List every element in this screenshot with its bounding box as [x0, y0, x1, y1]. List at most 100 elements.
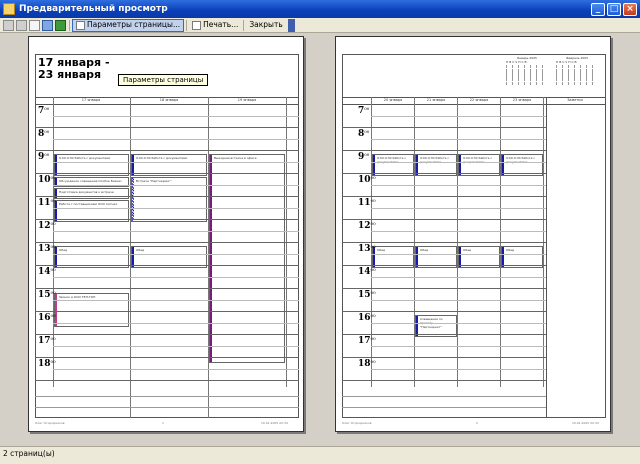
mini-calendar-january: Январь 2005 П В С Ч П С В	[506, 56, 548, 86]
multi-page-icon[interactable]	[55, 19, 66, 31]
print-button[interactable]: Печать...	[189, 19, 241, 32]
hour-label: 700	[38, 106, 50, 116]
hour-line	[35, 242, 299, 243]
toolbar-overflow-icon[interactable]	[287, 18, 295, 32]
hour-line	[35, 357, 299, 358]
hour-line	[342, 150, 546, 151]
half-hour-line	[53, 322, 299, 324]
mini-calendar-days: П В С Ч П С В	[506, 59, 527, 64]
page-setup-icon	[76, 20, 85, 30]
day-header: 18 января	[159, 98, 179, 102]
day-header: 20 января	[383, 98, 403, 102]
event-item[interactable]: Подготовка документов к встрече	[54, 188, 129, 199]
hour-line	[342, 242, 546, 243]
hour-line	[342, 265, 546, 266]
event-bar	[502, 247, 504, 267]
close-window-button[interactable]: ×	[623, 2, 637, 16]
page-setup-label: Параметры страницы...	[87, 20, 181, 29]
day-header: 21 января	[426, 98, 446, 102]
mini-calendar-dates	[506, 64, 548, 86]
mini-calendar-row	[506, 68, 548, 73]
mini-calendar-row	[556, 81, 598, 86]
event-bar	[373, 155, 375, 175]
event-item[interactable]: Обсуждение совещания Особое Бизнес	[54, 177, 129, 187]
hour-line	[35, 288, 299, 289]
minimize-button[interactable]: _	[591, 2, 605, 16]
event-label: Обед	[377, 248, 386, 252]
event-label: 9:00-9:30 Работа с документами	[59, 156, 111, 160]
half-hour-line	[371, 230, 546, 232]
half-hour-line	[53, 253, 299, 255]
two-pages-icon[interactable]	[42, 19, 53, 31]
hour-line	[342, 288, 546, 289]
hour-line	[342, 380, 546, 381]
half-hour-line	[53, 115, 299, 117]
event-label: 9:00-9:30 Работа с документами	[506, 156, 536, 164]
event-label: Обед	[59, 248, 68, 252]
event-bar	[210, 155, 212, 362]
half-hour-line	[53, 138, 299, 140]
hour-label: 1500	[38, 290, 56, 300]
half-hour-line	[53, 368, 299, 370]
event-bar	[55, 155, 57, 175]
half-hour-line	[53, 230, 299, 232]
zoom-icon[interactable]	[3, 19, 14, 31]
mini-calendar-row	[556, 68, 598, 73]
hour-label: 1600	[358, 313, 376, 323]
mini-calendar-row	[506, 73, 548, 77]
half-hour-line	[53, 276, 299, 278]
preview-page-1[interactable]: 17 января - 23 января 17 января 18 январ…	[28, 36, 304, 432]
page-setup-button[interactable]: Параметры страницы...	[72, 18, 185, 32]
app-icon	[3, 3, 15, 15]
day-header: 19 января	[237, 98, 257, 102]
half-hour-line	[53, 299, 299, 301]
week-range-line2: 23 января	[38, 68, 102, 81]
hour-line	[35, 219, 299, 220]
extra-line	[35, 396, 299, 397]
hour-label: 1400	[38, 267, 56, 277]
hour-label: 900	[38, 152, 50, 162]
page-frame	[342, 54, 606, 418]
event-label: Подготовка документов к встрече	[59, 190, 114, 194]
close-preview-button[interactable]: Закрыть	[246, 19, 285, 32]
half-hour-line	[53, 161, 299, 163]
one-page-icon[interactable]	[29, 19, 40, 31]
hour-line	[35, 150, 299, 151]
mini-calendar-dates	[556, 64, 598, 86]
hour-line	[35, 265, 299, 266]
event-label: Выездная встреча в офисе	[214, 156, 257, 160]
event-bar	[416, 247, 418, 267]
event-label: 9:00-9:30 Работа с документами	[136, 156, 188, 160]
hour-label: 1300	[358, 244, 376, 254]
event-label: Обед	[506, 248, 515, 252]
window-title: Предварительный просмотр	[19, 4, 168, 14]
mini-calendar-days: П В С Ч П С В	[556, 59, 577, 64]
mini-calendar-row	[506, 64, 548, 69]
hour-label: 1000	[358, 175, 376, 185]
half-hour-line	[53, 207, 299, 209]
event-bar	[132, 247, 134, 267]
page-setup-tooltip: Параметры страницы	[118, 74, 209, 86]
header-divider	[35, 104, 299, 105]
half-hour-line	[371, 161, 546, 163]
extra-line	[342, 396, 546, 397]
event-label: Обед	[420, 248, 429, 252]
half-hour-line	[371, 207, 546, 209]
hour-line	[342, 127, 546, 128]
extra-line	[342, 407, 546, 408]
half-hour-line	[371, 368, 546, 370]
footer-page-number: 2	[476, 421, 478, 425]
half-hour-line	[371, 138, 546, 140]
preview-area[interactable]: 17 января - 23 января 17 января 18 январ…	[0, 33, 640, 446]
mini-calendar-row	[556, 77, 598, 81]
event-label: 9:00-9:30 Работа с документами	[377, 156, 407, 164]
event-label: Обед	[463, 248, 472, 252]
preview-page-2[interactable]: Январь 2005 П В С Ч П С В Февраль 2005 П…	[335, 36, 611, 432]
footer-page-number: 1	[162, 421, 164, 425]
maximize-button[interactable]: □	[607, 2, 621, 16]
hour-label: 1700	[38, 336, 56, 346]
half-hour-line	[371, 253, 546, 255]
zoom-out-icon[interactable]	[16, 19, 27, 31]
hour-line	[342, 357, 546, 358]
toolbar-separator	[186, 19, 188, 31]
